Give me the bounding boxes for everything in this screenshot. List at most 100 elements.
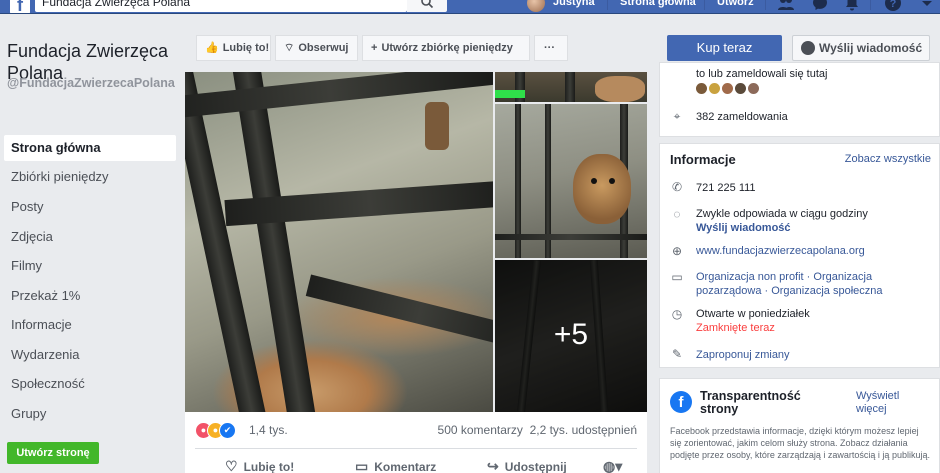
like-page-label: Lubię to! [222,42,270,54]
checkin-friends-text: to lub zameldowali się tutaj [696,68,828,80]
category-line-2[interactable]: pozarządowa · Organizacja społeczna [696,284,883,298]
nav-home[interactable]: Strona główna [620,0,696,8]
friend-avatar[interactable] [748,83,759,94]
search-button[interactable] [407,0,447,12]
photo-dog-face [573,154,631,224]
sidebar-item-community[interactable]: Społeczność [4,371,176,397]
nav-divider [765,0,766,10]
nav-user-profile[interactable]: Justyna [553,0,595,8]
follow-label: Obserwuj [298,42,349,54]
post-photo-3[interactable] [495,104,647,258]
search-input[interactable]: Fundacja Zwierzęca Polana [35,0,407,12]
help-icon[interactable]: ? [884,0,902,12]
page-transparency-card: f Transparentność strony Wyświetl więcej… [659,378,940,473]
footer-divider [195,448,637,449]
rss-follow-icon: ⌔ [284,42,295,54]
post-photo-4[interactable]: +5 [495,260,647,412]
photo-detail [595,76,645,102]
sidebar-item-videos[interactable]: Filmy [4,253,176,279]
share-arrow-icon: ↪ [487,458,499,473]
more-options-button[interactable]: ··· [534,35,568,61]
buy-now-button[interactable]: Kup teraz [667,35,782,61]
create-fundraiser-button[interactable]: + Utwórz zbiórkę pieniędzy [362,35,530,61]
search-icon [421,0,434,9]
website-link[interactable]: www.fundacjazwierzecapolana.org [696,244,865,258]
response-time: Zwykle odpowiada w ciągu godziny [696,208,868,220]
friend-avatar[interactable] [709,83,720,94]
post-like-label: Lubię to! [243,460,295,473]
nav-divider [870,0,871,10]
messenger-icon[interactable] [811,0,829,12]
see-all-link[interactable]: Zobacz wszystkie [845,153,931,165]
page-username[interactable]: @FundacjaZwierzecaPolana [7,77,177,90]
nav-divider [607,0,608,10]
post-as-selector[interactable]: ◍▾ [603,458,628,473]
post-comment-button[interactable]: ▭ Komentarz [355,458,436,473]
category-tag-icon: ▭ [671,270,683,284]
account-menu-dropdown-icon[interactable] [918,0,936,12]
post-photo-main[interactable] [185,72,493,412]
photo-detail [425,102,449,150]
avatar-dropdown-icon: ◍▾ [603,458,623,473]
about-card: Informacje Zobacz wszystkie ✆ 721 225 11… [659,143,940,368]
sidebar-item-events[interactable]: Wydarzenia [4,342,176,368]
facebook-round-logo-icon: f [670,391,692,413]
friend-avatar[interactable] [696,83,707,94]
community-card: to lub zameldowali się tutaj ⌖ 382 zamel… [659,62,940,137]
svg-text:?: ? [890,0,897,10]
transparency-description: Facebook przedstawia informacje, dzięki … [670,426,930,460]
reactions-count[interactable]: 1,4 tys. [249,423,288,437]
create-page-button[interactable]: Utwórz stronę [7,442,99,464]
like-page-button[interactable]: 👍 Lubię to! [196,35,271,61]
post-share-label: Udostępnij [504,460,567,473]
photo-cage-bar [495,234,647,240]
nav-divider [704,0,705,10]
sidebar-item-fundraisers[interactable]: Zbiórki pieniędzy [4,164,176,190]
top-navigation-bar: f Fundacja Zwierzęca Polana Justyna Stro… [0,0,940,14]
photo-cage-bar [305,274,493,352]
post-stats: 500 komentarzy 2,2 tys. udostępnień [438,423,637,437]
sidebar-item-about[interactable]: Informacje [4,312,176,338]
sidebar-item-donate-1-percent[interactable]: Przekaż 1% [4,283,176,309]
thumbs-up-outline-icon: ♡ [225,458,238,473]
follow-button[interactable]: ⌔ Obserwuj [275,35,358,61]
transparency-see-more-link[interactable]: Wyświetl więcej [856,390,916,416]
suggest-edits-link[interactable]: Zaproponuj zmiany [696,348,790,362]
send-message-link[interactable]: Wyślij wiadomość [696,221,791,235]
post-like-button[interactable]: ♡ Lubię to! [225,458,294,473]
sidebar-item-posts[interactable]: Posty [4,194,176,220]
friend-requests-icon[interactable] [777,0,795,12]
like-reaction-icon: ✔ [219,422,236,439]
sidebar-item-groups[interactable]: Grupy [4,401,176,427]
plus-icon: + [371,42,378,54]
post-photo-2[interactable] [495,72,647,102]
category-line-1[interactable]: Organizacja non profit · Organizacja [696,270,872,284]
globe-icon: ⊕ [671,244,683,258]
sidebar-item-home[interactable]: Strona główna [4,135,176,161]
comments-count[interactable]: 500 komentarzy [438,423,523,437]
friend-avatar[interactable] [722,83,733,94]
opening-hours[interactable]: Otwarte w poniedziałek [696,307,810,321]
clock-icon: ◷ [671,307,683,321]
about-title: Informacje [670,152,736,167]
sidebar-item-photos[interactable]: Zdjęcia [4,224,176,250]
phone-number[interactable]: 721 225 111 [696,181,756,195]
post-share-button[interactable]: ↪ Udostępnij [487,458,567,473]
nav-create[interactable]: Utwórz [717,0,754,8]
friend-avatar[interactable] [735,83,746,94]
thumbs-up-icon: 👍 [205,42,219,54]
phone-icon: ✆ [671,180,683,194]
send-message-button[interactable]: Wyślij wiadomość [792,35,930,61]
user-avatar[interactable] [527,0,545,12]
send-message-label: Wyślij wiadomość [819,41,923,55]
facebook-logo-icon[interactable]: f [10,0,30,13]
shares-count[interactable]: 2,2 tys. udostępnień [530,423,637,437]
photo-cage-bar [565,72,575,102]
photo-detail [591,178,597,184]
closed-now-status: Zamknięte teraz [696,322,775,334]
comment-icon: ▭ [355,458,369,473]
post-footer: ● ● ✔ 1,4 tys. 500 komentarzy 2,2 tys. u… [185,412,647,473]
more-photos-count[interactable]: +5 [495,318,647,352]
notifications-bell-icon[interactable] [843,0,861,12]
pencil-icon: ✎ [671,347,683,361]
